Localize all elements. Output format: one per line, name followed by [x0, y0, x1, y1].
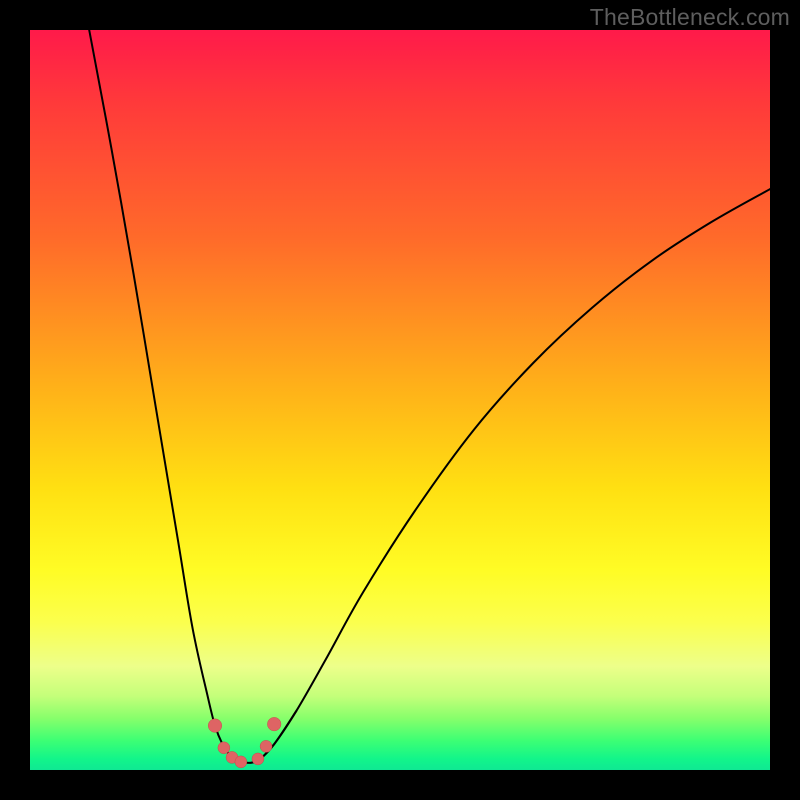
data-marker	[252, 753, 264, 765]
data-marker	[260, 740, 272, 752]
data-marker	[208, 719, 222, 733]
curve-right-branch	[252, 189, 770, 763]
watermark-text: TheBottleneck.com	[590, 4, 790, 31]
data-marker	[267, 717, 281, 731]
chart-svg	[30, 30, 770, 770]
plot-area	[30, 30, 770, 770]
curve-markers	[208, 717, 281, 768]
bottleneck-curve	[89, 30, 770, 763]
data-marker	[235, 756, 247, 768]
data-marker	[218, 742, 230, 754]
chart-outer-frame: TheBottleneck.com	[0, 0, 800, 800]
curve-left-branch	[89, 30, 244, 763]
